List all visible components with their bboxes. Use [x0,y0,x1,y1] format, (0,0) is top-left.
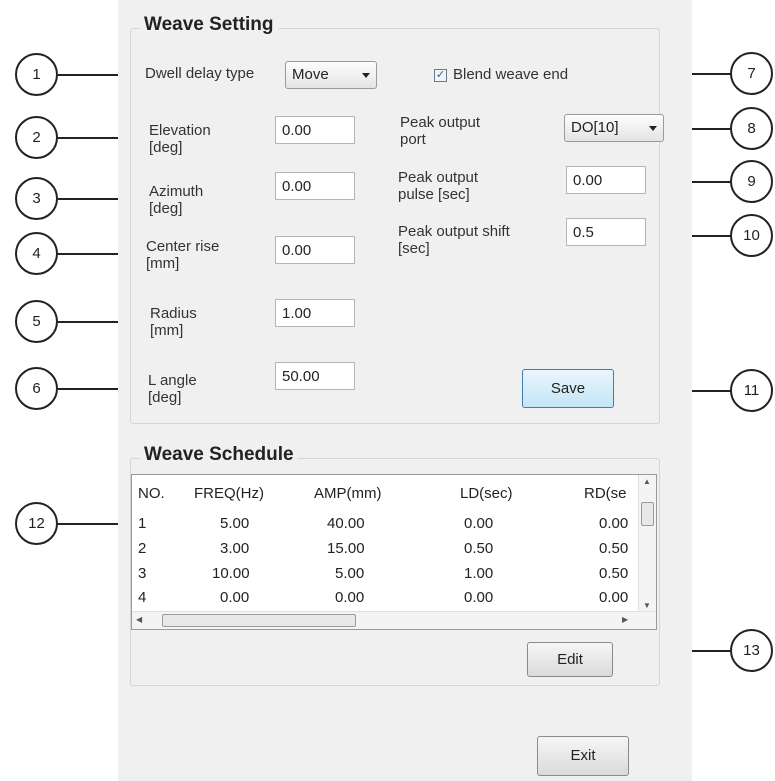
vertical-scroll-thumb[interactable] [641,502,654,526]
chevron-down-icon [362,73,370,78]
row-cell: 4 [138,589,147,606]
vertical-scrollbar[interactable]: ▲ ▼ [638,475,656,612]
blend-weave-end-label: Blend weave end [453,66,569,83]
row-cell: 40.00 [327,515,365,532]
peak-output-pulse-input[interactable] [566,166,646,194]
elevation-input[interactable] [275,116,355,144]
callout-4: 4 [15,232,58,275]
row-cell: 2 [138,540,147,557]
callout-12: 12 [15,502,58,545]
column-header-no[interactable]: NO. [138,485,165,502]
center-rise-input[interactable] [275,236,355,264]
scroll-up-icon[interactable]: ▲ [643,477,651,486]
scroll-down-icon[interactable]: ▼ [643,601,651,610]
column-header-ld[interactable]: LD(sec) [460,485,513,502]
blend-weave-end-checkbox[interactable]: ✓ [434,69,447,82]
peak-output-port-value: DO[10] [571,119,619,136]
weave-setting-title: Weave Setting [140,14,278,36]
row-cell: 0.50 [599,565,629,582]
row-cell: 0.00 [220,589,250,606]
row-cell: 3.00 [220,540,250,557]
save-button[interactable]: Save [522,369,614,408]
weave-schedule-title: Weave Schedule [140,444,298,466]
l-angle-label: L angle [deg] [148,372,197,406]
elevation-label: Elevation [deg] [149,122,211,156]
row-cell: 3 [138,565,147,582]
radius-input[interactable] [275,299,355,327]
column-header-freq[interactable]: FREQ(Hz) [194,485,264,502]
row-cell: 1.00 [464,565,494,582]
center-rise-label: Center rise [mm] [146,238,220,272]
callout-11: 11 [730,369,773,412]
scroll-right-icon[interactable]: ▶ [622,615,628,624]
azimuth-input[interactable] [275,172,355,200]
row-cell: 0.00 [599,515,629,532]
dwell-delay-type-value: Move [292,66,329,83]
callout-2: 2 [15,116,58,159]
dwell-delay-type-label: Dwell delay type [145,65,255,82]
row-cell: 0.50 [599,540,629,557]
row-cell: 5.00 [220,515,250,532]
row-cell: 0.00 [335,589,365,606]
peak-output-port-select[interactable]: DO[10] [564,114,664,142]
weave-schedule-table[interactable]: NO. FREQ(Hz) AMP(mm) LD(sec) RD(se 1 5.0… [131,474,657,630]
peak-output-pulse-label: Peak output pulse [sec] [398,169,479,203]
row-cell: 0.00 [464,515,494,532]
peak-output-shift-label: Peak output shift [sec] [398,223,510,257]
row-cell: 0.50 [464,540,494,557]
chevron-down-icon [649,126,657,131]
callout-1: 1 [15,53,58,96]
azimuth-label: Azimuth [deg] [149,183,204,217]
callout-9: 9 [730,160,773,203]
callout-8: 8 [730,107,773,150]
peak-output-shift-input[interactable] [566,218,646,246]
horizontal-scroll-thumb[interactable] [162,614,356,627]
horizontal-scrollbar[interactable]: ◀ ▶ [132,611,656,629]
edit-button[interactable]: Edit [527,642,613,677]
row-cell: 0.00 [464,589,494,606]
peak-output-port-label: Peak output port [400,114,481,148]
row-cell: 10.00 [212,565,250,582]
callout-5: 5 [15,300,58,343]
column-header-amp[interactable]: AMP(mm) [314,485,382,502]
row-cell: 0.00 [599,589,629,606]
row-cell: 1 [138,515,147,532]
exit-button[interactable]: Exit [537,736,629,776]
dwell-delay-type-select[interactable]: Move [285,61,377,89]
radius-label: Radius [mm] [150,305,197,339]
row-cell: 5.00 [335,565,365,582]
callout-10: 10 [730,214,773,257]
callout-6: 6 [15,367,58,410]
column-header-rd[interactable]: RD(se [584,485,627,502]
row-cell: 15.00 [327,540,365,557]
l-angle-input[interactable] [275,362,355,390]
scroll-left-icon[interactable]: ◀ [136,615,142,624]
callout-3: 3 [15,177,58,220]
callout-13: 13 [730,629,773,672]
callout-7: 7 [730,52,773,95]
